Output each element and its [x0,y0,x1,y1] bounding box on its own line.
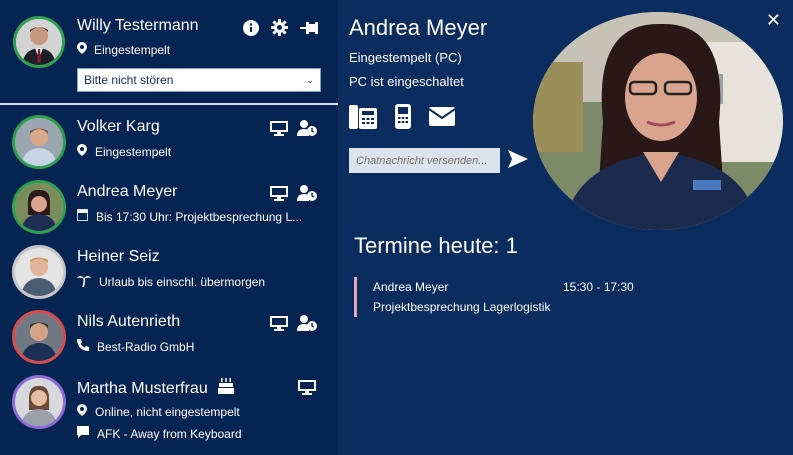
contact-status-text: Online, nicht eingestempelt [95,404,240,419]
contact-status: Online, nicht eingestempelt [77,404,240,419]
location-icon [77,144,87,159]
mail-icon[interactable] [428,107,456,130]
contact-name: Martha Musterfrau [77,378,234,399]
gear-icon[interactable] [271,19,288,40]
contacts-panel: Willy Testermann Eingestempelt Bitte nic… [0,0,338,455]
contact-status: Urlaub bis einschl. übermorgen [77,274,265,290]
appointment-title: Projektbesprechung Lagerlogistik [373,300,551,314]
contact-status-text: Urlaub bis einschl. übermorgen [99,275,266,289]
contact-list: Volker Karg Eingestempelt Andrea Meyer B… [0,108,338,448]
phone-icon [77,339,89,354]
avatar [12,310,66,364]
avatar [12,245,66,299]
palm-icon [77,274,91,290]
divider [0,103,338,105]
user-toolbar [243,19,318,40]
contact-detail-panel: ✕ Andrea Meyer Eingestempelt (PC) PC ist… [338,0,793,455]
contact-item-heiner-seiz[interactable]: Heiner Seiz Urlaub bis einschl. übermorg… [0,238,338,303]
chevron-down-icon: ⌄ [306,74,314,85]
contact-item-andrea-meyer[interactable]: Andrea Meyer Bis 17:30 Uhr: Projektbespr… [0,173,338,238]
contact-status-text: Eingestempelt [95,144,172,159]
monitor-icon [270,185,288,205]
avatar [12,115,66,169]
monitor-icon [270,315,288,335]
contact-status-text: Best-Radio GmbH [97,339,195,354]
contact-icons [270,315,317,335]
close-icon[interactable]: ✕ [766,10,781,31]
detail-name: Andrea Meyer [349,15,488,40]
contact-item-martha-musterfrau[interactable]: Martha Musterfrau Online, nicht eingeste… [0,368,338,448]
desk-phone-icon[interactable] [349,104,377,133]
contact-name: Heiner Seiz [77,248,160,265]
chat-input[interactable] [349,148,500,173]
appointments-title: Termine heute: 1 [354,233,518,258]
user-status: Eingestempelt [77,42,170,57]
location-icon [77,42,87,57]
contact-icons [270,185,317,205]
pin-icon[interactable] [300,20,318,39]
location-icon [77,404,87,419]
contact-photo [533,12,783,230]
user-clock-icon [297,185,317,205]
appointment-item[interactable]: Andrea Meyer 15:30 - 17:30 Projektbespre… [354,277,654,317]
contact-status-text-secondary: AFK - Away from Keyboard [97,426,242,441]
current-user: Willy Testermann Eingestempelt Bitte nic… [0,0,338,104]
cake-icon [217,378,234,399]
mobile-icon[interactable] [395,104,411,133]
contact-status: Eingestempelt [77,144,171,159]
contact-name-text: Martha Musterfrau [77,379,208,397]
availability-select[interactable]: Bitte nicht stören ⌄ [77,68,321,92]
user-status-text: Eingestempelt [94,42,171,57]
contact-icons [270,120,317,140]
contact-name: Andrea Meyer [77,183,178,200]
contact-actions [349,104,456,133]
contact-item-nils-autenrieth[interactable]: Nils Autenrieth Best-Radio GmbH [0,303,338,368]
calendar-icon [76,209,89,224]
availability-value: Bitte nicht stören [84,73,174,87]
contact-icons [298,380,316,399]
user-clock-icon [297,120,317,140]
contact-name: Nils Autenrieth [77,313,181,330]
appointment-person: Andrea Meyer [373,280,449,294]
contact-status: Best-Radio GmbH [77,339,194,354]
appointment-time: 15:30 - 17:30 [563,280,634,294]
detail-pc-status: PC ist eingeschaltet [349,74,464,89]
contact-status-secondary: AFK - Away from Keyboard [77,426,242,441]
monitor-icon [298,380,316,399]
detail-status: Eingestempelt (PC) [349,50,462,65]
chat-icon [77,426,89,441]
send-icon[interactable] [508,150,528,172]
contact-item-volker-karg[interactable]: Volker Karg Eingestempelt [0,108,338,173]
contact-status: Bis 17:30 Uhr: Projektbesprechung L... [76,209,303,224]
contact-name: Volker Karg [77,118,160,135]
user-name: Willy Testermann [77,17,199,34]
avatar [12,180,66,234]
user-clock-icon [297,315,317,335]
avatar [12,375,66,429]
info-icon[interactable] [243,19,259,40]
avatar[interactable] [13,16,65,68]
contact-status-text: Bis 17:30 Uhr: Projektbesprechung L... [96,209,303,224]
monitor-icon [270,120,288,140]
